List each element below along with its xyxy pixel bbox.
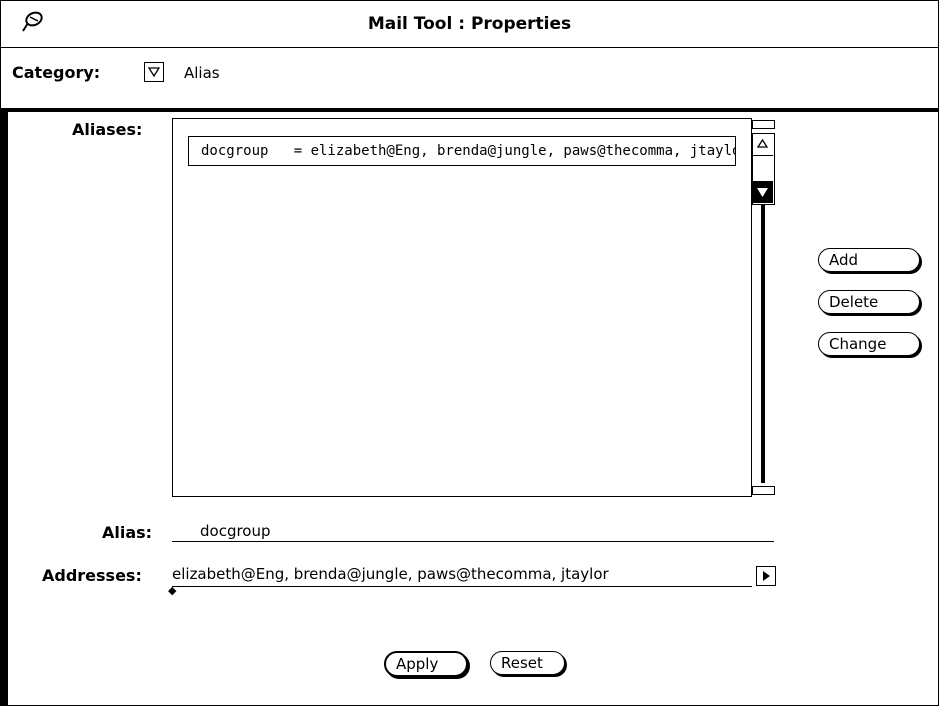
divider xyxy=(1,108,938,112)
scrollbar-bottom-anchor[interactable] xyxy=(752,486,775,495)
add-button[interactable]: Add xyxy=(818,248,920,272)
category-bar xyxy=(1,48,938,108)
category-value: Alias xyxy=(184,64,220,82)
apply-button[interactable]: Apply xyxy=(384,651,468,677)
alias-label: Alias: xyxy=(102,523,153,542)
category-menu-button[interactable] xyxy=(144,62,164,82)
triangle-up-icon xyxy=(756,138,769,148)
triangle-down-icon xyxy=(757,188,768,197)
list-item[interactable]: docgroup = elizabeth@Eng, brenda@jungle,… xyxy=(188,136,736,166)
window-title: Mail Tool : Properties xyxy=(367,14,572,34)
addresses-label: Addresses: xyxy=(42,566,142,585)
scroll-down-button[interactable] xyxy=(752,181,773,203)
addresses-input-value: elizabeth@Eng, brenda@jungle, paws@theco… xyxy=(172,565,609,583)
field-scroll-right-button[interactable] xyxy=(756,566,776,586)
change-button[interactable]: Change xyxy=(818,332,920,356)
window-left-border xyxy=(1,108,8,706)
reset-button[interactable]: Reset xyxy=(490,651,565,675)
alias-input[interactable]: docgroup xyxy=(172,519,774,542)
addresses-input[interactable]: elizabeth@Eng, brenda@jungle, paws@theco… xyxy=(172,562,752,587)
triangle-down-icon xyxy=(147,67,161,78)
triangle-right-icon xyxy=(763,571,770,581)
scrollbar-top-anchor[interactable] xyxy=(752,120,775,129)
delete-button[interactable]: Delete xyxy=(818,290,920,314)
alias-input-value: docgroup xyxy=(200,522,271,540)
scroll-up-button[interactable] xyxy=(752,133,773,156)
list-item-text: docgroup = elizabeth@Eng, brenda@jungle,… xyxy=(201,143,736,159)
text-caret-icon: ◆ xyxy=(168,584,177,597)
category-label: Category: xyxy=(12,63,101,82)
scrollbar-track[interactable] xyxy=(761,205,765,483)
aliases-list[interactable] xyxy=(172,118,752,497)
aliases-label: Aliases: xyxy=(72,120,143,139)
